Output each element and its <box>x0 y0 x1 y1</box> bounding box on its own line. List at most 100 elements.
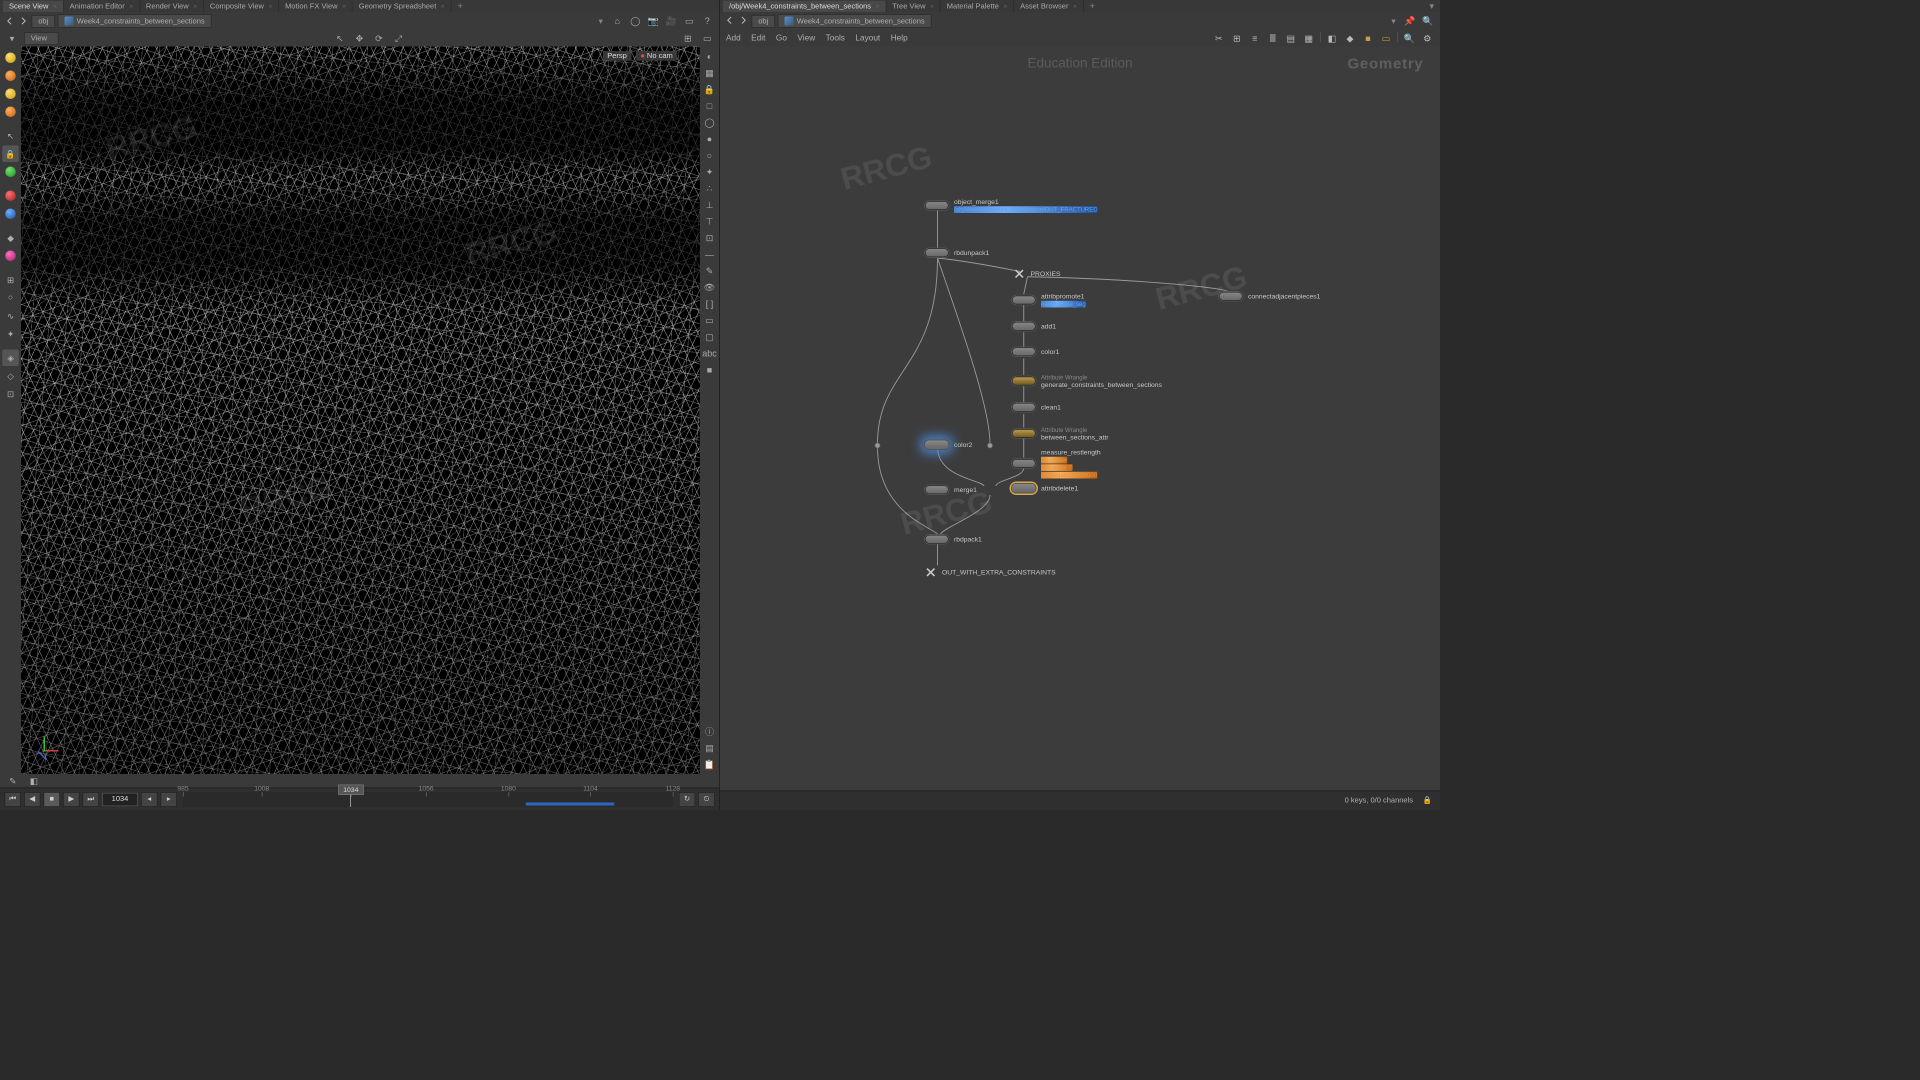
help-icon[interactable]: ? <box>700 14 715 28</box>
current-frame-input[interactable] <box>102 792 138 806</box>
node-add1[interactable]: add1 <box>1011 321 1056 332</box>
align-icon[interactable]: ≣ <box>1266 32 1280 46</box>
last-frame-button[interactable]: ⏭ <box>83 792 100 807</box>
nav-forward-icon[interactable] <box>18 16 29 27</box>
layout-icon[interactable]: ⊞ <box>680 32 695 46</box>
tab-motion-fx-view[interactable]: Motion FX View× <box>279 0 353 11</box>
menu-help[interactable]: Help <box>891 34 908 43</box>
node-measure-restlength[interactable]: measure_restlength Perimeter Elements: 0… <box>1011 449 1101 479</box>
bbox-icon[interactable]: ▢ <box>702 330 717 344</box>
node-proxies[interactable]: PROXIES <box>1013 267 1061 281</box>
primitive-torus-icon[interactable] <box>2 86 19 103</box>
first-frame-button[interactable]: ⏮ <box>5 792 22 807</box>
play-button[interactable]: ▶ <box>63 792 80 807</box>
close-icon[interactable]: × <box>342 2 346 10</box>
note-icon[interactable]: ■ <box>1361 32 1375 46</box>
tool-icon[interactable]: ◆ <box>2 230 19 247</box>
pane-menu-button[interactable]: ▾ <box>1423 0 1440 13</box>
material-icon[interactable] <box>2 206 19 223</box>
node-attribpromote1[interactable]: attribpromote1 name name_seg <box>1011 293 1086 308</box>
node-color2[interactable]: color2 <box>924 440 972 451</box>
loop-mode-button[interactable]: ↻ <box>679 792 696 807</box>
tab-material-palette[interactable]: Material Palette× <box>941 0 1014 11</box>
node-out[interactable]: OUT_WITH_EXTRA_CONSTRAINTS <box>924 566 1056 580</box>
scale-tool-icon[interactable]: ⤢ <box>391 32 406 46</box>
home-icon[interactable]: ⌂ <box>610 14 625 28</box>
close-icon[interactable]: × <box>53 2 57 10</box>
node-connectadjacentpieces1[interactable]: connectadjacentpieces1 <box>1218 291 1320 302</box>
chevron-down-icon[interactable]: ▾ <box>5 32 20 46</box>
path-chip-obj[interactable]: obj <box>32 15 56 28</box>
tab-asset-browser[interactable]: Asset Browser× <box>1014 0 1084 11</box>
menu-go[interactable]: Go <box>776 34 787 43</box>
list-icon[interactable]: ▦ <box>1302 32 1316 46</box>
display-points-icon[interactable]: ∴ <box>702 182 717 196</box>
node-object-merge1[interactable]: object_merge1 /obj/Week4_fracture_optimi… <box>924 198 1098 213</box>
template-icon[interactable]: □ <box>702 99 717 113</box>
display-normals-icon[interactable]: ⊥ <box>702 198 717 212</box>
nav-forward-icon[interactable] <box>738 15 749 28</box>
network-editor-canvas[interactable]: Education Edition Geometry object_merge1 <box>720 47 1440 791</box>
menu-edit[interactable]: Edit <box>751 34 765 43</box>
tab-geometry-spreadsheet[interactable]: Geometry Spreadsheet× <box>353 0 452 11</box>
close-icon[interactable]: × <box>1073 2 1077 10</box>
tab-composite-view[interactable]: Composite View× <box>204 0 279 11</box>
camera-type-label[interactable]: Persp <box>603 51 632 61</box>
tool-icon[interactable] <box>2 248 19 265</box>
primitive-sphere-icon[interactable] <box>2 50 19 67</box>
align-icon[interactable]: ≡ <box>1248 32 1262 46</box>
node-merge1-vis[interactable]: merge1 <box>924 485 977 496</box>
primitive-box-icon[interactable] <box>2 68 19 85</box>
list-icon[interactable]: ▤ <box>1284 32 1298 46</box>
shape-icon[interactable]: ◆ <box>1343 32 1357 46</box>
visibility-icon[interactable]: 👁 <box>702 281 717 295</box>
grid-icon[interactable]: ⊞ <box>1230 32 1244 46</box>
gear-icon[interactable]: ⚙ <box>1421 32 1435 46</box>
node-wrangle-between-sections-attr[interactable]: Attribute Wranglebetween_sections_attr <box>1011 426 1109 441</box>
display-prim-normals-icon[interactable]: ⊤ <box>702 215 717 229</box>
image-icon[interactable]: ▭ <box>1379 32 1393 46</box>
sphere-alt-icon[interactable]: ○ <box>702 149 717 163</box>
prev-frame-button[interactable]: ◀ <box>24 792 41 807</box>
node-color1[interactable]: color1 <box>1011 347 1059 358</box>
pin-icon[interactable]: 📌 <box>1403 14 1418 28</box>
path-chip-obj[interactable]: obj <box>752 15 776 28</box>
label-abc-icon[interactable]: abc <box>702 347 717 361</box>
primitive-tube-icon[interactable] <box>2 104 19 121</box>
prev-key-button[interactable]: ◂ <box>141 792 158 807</box>
wireframe-icon[interactable]: ▦ <box>702 66 717 80</box>
ghost-icon[interactable]: ◯ <box>702 116 717 130</box>
path-chip-geo[interactable]: Week4_constraints_between_sections <box>778 14 931 28</box>
menu-tools[interactable]: Tools <box>826 34 845 43</box>
floor-icon[interactable]: ▭ <box>702 314 717 328</box>
add-tab-button[interactable]: + <box>452 0 469 13</box>
close-icon[interactable]: × <box>441 2 445 10</box>
timeline-scrubber[interactable]: 9851008103410561080110411281034 <box>183 792 673 807</box>
realtime-toggle-button[interactable]: ⏲ <box>698 792 715 807</box>
close-icon[interactable]: × <box>193 2 197 10</box>
camera-icon[interactable]: 🎥 <box>664 14 679 28</box>
nav-back-icon[interactable] <box>5 16 16 27</box>
tab-network-path[interactable]: /obj/Week4_constraints_between_sections× <box>723 0 886 11</box>
ortho-grid-icon[interactable]: ⊡ <box>2 386 19 403</box>
snapshot-icon[interactable]: ▭ <box>682 14 697 28</box>
light-icon[interactable] <box>2 188 19 205</box>
node-attribdelete1[interactable]: attribdelete1 <box>1011 483 1078 494</box>
tab-tree-view[interactable]: Tree View× <box>886 0 941 11</box>
flipbook-icon[interactable]: ▭ <box>700 32 715 46</box>
close-icon[interactable]: × <box>930 2 934 10</box>
stop-button[interactable]: ■ <box>44 792 61 807</box>
lock-icon[interactable]: 🔒 <box>702 83 717 97</box>
snap-point-icon[interactable]: ○ <box>2 290 19 307</box>
path-chip-geo[interactable]: Week4_constraints_between_sections <box>58 14 211 28</box>
display-options-icon[interactable]: ▤ <box>702 741 717 755</box>
snap-multi-icon[interactable]: ✦ <box>2 326 19 343</box>
snap-curve-icon[interactable]: ∿ <box>2 308 19 325</box>
tab-render-view[interactable]: Render View× <box>140 0 204 11</box>
cplane-toggle-icon[interactable]: ◇ <box>2 368 19 385</box>
network-dot[interactable] <box>987 443 993 449</box>
rotate-tool-icon[interactable]: ⟳ <box>371 32 386 46</box>
tab-scene-view[interactable]: Scene View× <box>3 0 64 11</box>
node-clean1[interactable]: clean1 <box>1011 402 1061 413</box>
menu-view[interactable]: View <box>797 34 815 43</box>
